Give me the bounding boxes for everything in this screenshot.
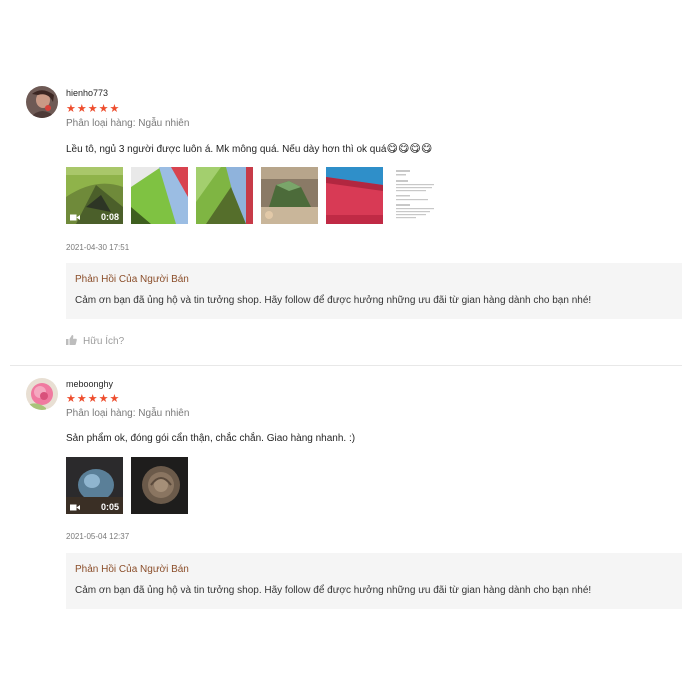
review-timestamp: 2021-04-30 17:51 <box>66 243 130 252</box>
seller-reply-text: Cảm ơn bạn đã ủng hộ và tin tưởng shop. … <box>75 295 592 306</box>
username[interactable]: hienho773 <box>66 88 108 98</box>
product-variation: Phân loại hàng: Ngẫu nhiên <box>66 408 190 419</box>
image-thumbnail[interactable] <box>391 167 448 224</box>
avatar[interactable] <box>26 86 58 118</box>
seller-reply-title: Phản Hồi Của Người Bán <box>75 274 189 285</box>
avatar[interactable] <box>26 378 58 410</box>
video-meta: 0:05 <box>66 499 123 514</box>
image-thumbnail[interactable] <box>326 167 383 224</box>
review-media: 0:08 <box>66 167 448 224</box>
review-comment: Lều tô, ngủ 3 người được luôn á. Mk mông… <box>66 142 432 155</box>
seller-reply-text: Cảm ơn bạn đã ủng hộ và tin tưởng shop. … <box>75 585 592 596</box>
product-variation: Phân loại hàng: Ngẫu nhiên <box>66 118 190 129</box>
video-duration: 0:05 <box>100 501 119 512</box>
thumbs-up-icon <box>66 335 77 348</box>
image-thumbnail[interactable] <box>131 457 188 514</box>
seller-reply: Phản Hồi Của Người Bán Cảm ơn bạn đã ủng… <box>66 263 682 319</box>
video-camera-icon <box>70 503 80 511</box>
seller-reply: Phản Hồi Của Người Bán Cảm ơn bạn đã ủng… <box>66 553 682 609</box>
video-duration: 0:08 <box>100 211 119 222</box>
image-thumbnail[interactable] <box>196 167 253 224</box>
image-thumbnail[interactable] <box>261 167 318 224</box>
review-media: 0:05 <box>66 457 188 514</box>
video-camera-icon <box>70 213 80 221</box>
video-thumbnail[interactable]: 0:05 <box>66 457 123 514</box>
review-comment: Sản phẩm ok, đóng gói cẩn thận, chắc chắ… <box>66 433 356 444</box>
review-timestamp: 2021-05-04 12:37 <box>66 532 130 541</box>
rating-stars: ★★★★★ <box>66 393 121 405</box>
review-divider <box>10 365 682 366</box>
rating-stars: ★★★★★ <box>66 103 121 115</box>
video-meta: 0:08 <box>66 209 123 224</box>
image-thumbnail[interactable] <box>131 167 188 224</box>
yum-emoji-icon: 😋😋😋😋 <box>386 143 433 155</box>
video-thumbnail[interactable]: 0:08 <box>66 167 123 224</box>
seller-reply-title: Phản Hồi Của Người Bán <box>75 564 189 575</box>
review-comment-text: Lều tô, ngủ 3 người được luôn á. Mk mông… <box>66 144 387 155</box>
username[interactable]: meboonghy <box>66 379 113 389</box>
helpful-label: Hữu Ích? <box>83 336 125 347</box>
helpful-button[interactable]: Hữu Ích? <box>66 335 124 348</box>
